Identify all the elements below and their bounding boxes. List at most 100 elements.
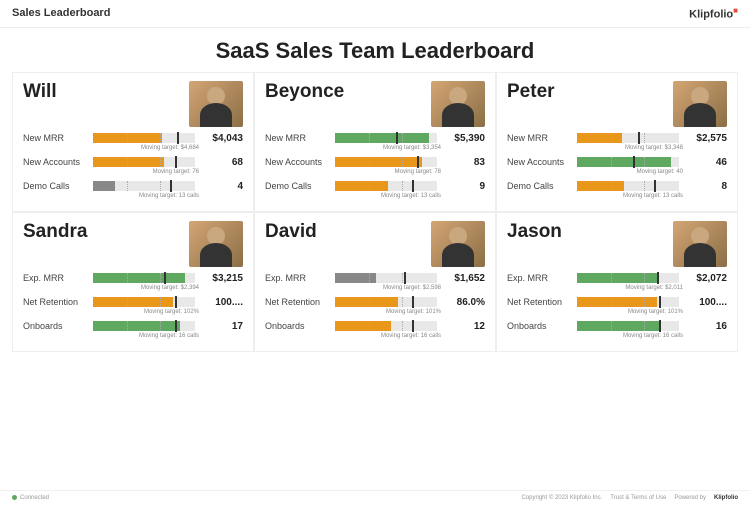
bar-tick	[127, 133, 128, 143]
progress-bar	[335, 157, 437, 167]
terms-link[interactable]: Trust & Terms of Use	[610, 495, 666, 501]
metric-row: New MRR $2,575 Moving target: $3,348	[507, 133, 727, 151]
avatar	[431, 81, 485, 127]
connection-status: Connected	[12, 495, 49, 501]
bar-tick	[644, 273, 645, 283]
bar-fill	[335, 157, 422, 167]
bar-tick	[402, 321, 403, 331]
metric-value: 4	[201, 181, 243, 192]
metric-label: Demo Calls	[507, 181, 571, 191]
brand-logo[interactable]: Klipfolio■	[689, 6, 738, 21]
avatar	[673, 221, 727, 267]
metric-label: Onboards	[265, 321, 329, 331]
metric-target-text: Moving target: $3,354	[265, 145, 485, 151]
bar-tick	[160, 133, 161, 143]
metric-target-text: Moving target: $2,011	[507, 285, 727, 291]
bar-target-marker	[654, 180, 656, 192]
metric-row: Exp. MRR $2,072 Moving target: $2,011	[507, 273, 727, 291]
bar-tick	[611, 133, 612, 143]
metric-label: New Accounts	[265, 157, 329, 167]
bar-target-marker	[412, 180, 414, 192]
metric-value: 100....	[685, 297, 727, 308]
progress-bar	[335, 321, 437, 331]
metric-row: New Accounts 46 Moving target: 40	[507, 157, 727, 175]
metric-label: Exp. MRR	[265, 273, 329, 283]
footer-brand[interactable]: Klipfolio	[714, 495, 738, 501]
metric-label: Exp. MRR	[507, 273, 571, 283]
metric-target-text: Moving target: $2,598	[265, 285, 485, 291]
metric-target-text: Moving target: 13 calls	[507, 193, 727, 199]
metric-label: New Accounts	[507, 157, 571, 167]
avatar	[431, 221, 485, 267]
bar-tick	[369, 321, 370, 331]
bar-target-marker	[396, 132, 398, 144]
progress-bar	[577, 273, 679, 283]
bar-tick	[644, 321, 645, 331]
person-card: Will New MRR $4,043 Moving target: $4,68…	[12, 72, 254, 212]
person-name: Will	[23, 81, 57, 103]
bar-fill	[335, 133, 429, 143]
bar-tick	[611, 181, 612, 191]
bar-fill	[93, 157, 164, 167]
bar-tick	[611, 297, 612, 307]
bar-tick	[369, 273, 370, 283]
metric-value: 12	[443, 321, 485, 332]
bar-tick	[160, 297, 161, 307]
progress-bar	[93, 157, 195, 167]
bar-target-marker	[170, 180, 172, 192]
status-dot-icon	[12, 495, 17, 500]
bar-tick	[160, 321, 161, 331]
metric-label: New MRR	[23, 133, 87, 143]
metric-target-text: Moving target: $4,684	[23, 145, 243, 151]
bar-tick	[127, 321, 128, 331]
metric-row: Onboards 16 Moving target: 16 calls	[507, 321, 727, 339]
metric-label: Demo Calls	[23, 181, 87, 191]
dashboard-title: SaaS Sales Team Leaderboard	[0, 28, 750, 72]
metric-row: Net Retention 100.... Moving target: 102…	[23, 297, 243, 315]
bar-fill	[335, 321, 391, 331]
metric-target-text: Moving target: 16 calls	[507, 333, 727, 339]
bar-tick	[402, 157, 403, 167]
metric-value: $5,390	[443, 133, 485, 144]
metric-value: $2,575	[685, 133, 727, 144]
progress-bar	[577, 321, 679, 331]
person-card: Peter New MRR $2,575 Moving target: $3,3…	[496, 72, 738, 212]
bar-tick	[402, 297, 403, 307]
bar-fill	[577, 273, 659, 283]
metric-label: Exp. MRR	[23, 273, 87, 283]
metric-row: Onboards 17 Moving target: 16 calls	[23, 321, 243, 339]
metric-value: 46	[685, 157, 727, 168]
bar-target-marker	[638, 132, 640, 144]
bar-target-marker	[404, 272, 406, 284]
metric-row: Exp. MRR $3,215 Moving target: $2,394	[23, 273, 243, 291]
metric-value: 17	[201, 321, 243, 332]
bar-tick	[402, 273, 403, 283]
person-name: Jason	[507, 221, 562, 243]
metric-target-text: Moving target: 16 calls	[265, 333, 485, 339]
metric-target-text: Moving target: 16 calls	[23, 333, 243, 339]
bar-fill	[335, 181, 388, 191]
metric-value: $3,215	[201, 273, 243, 284]
metric-label: Onboards	[507, 321, 571, 331]
bar-tick	[160, 181, 161, 191]
bar-target-marker	[657, 272, 659, 284]
metric-row: New MRR $4,043 Moving target: $4,684	[23, 133, 243, 151]
metric-row: Net Retention 86.0% Moving target: 101%	[265, 297, 485, 315]
metric-label: Onboards	[23, 321, 87, 331]
person-card: Sandra Exp. MRR $3,215 Moving target: $2…	[12, 212, 254, 352]
progress-bar	[93, 133, 195, 143]
metric-row: Demo Calls 9 Moving target: 13 calls	[265, 181, 485, 199]
bar-tick	[369, 181, 370, 191]
bar-target-marker	[175, 156, 177, 168]
person-name: Beyonce	[265, 81, 344, 103]
footer: Connected Copyright © 2023 Klipfolio Inc…	[0, 490, 750, 505]
app-header: Sales Leaderboard Klipfolio■	[0, 0, 750, 28]
progress-bar	[577, 181, 679, 191]
bar-fill	[93, 273, 185, 283]
progress-bar	[93, 297, 195, 307]
metric-value: $4,043	[201, 133, 243, 144]
bar-target-marker	[412, 296, 414, 308]
metric-label: Net Retention	[265, 297, 329, 307]
metric-value: $2,072	[685, 273, 727, 284]
metric-label: Net Retention	[23, 297, 87, 307]
